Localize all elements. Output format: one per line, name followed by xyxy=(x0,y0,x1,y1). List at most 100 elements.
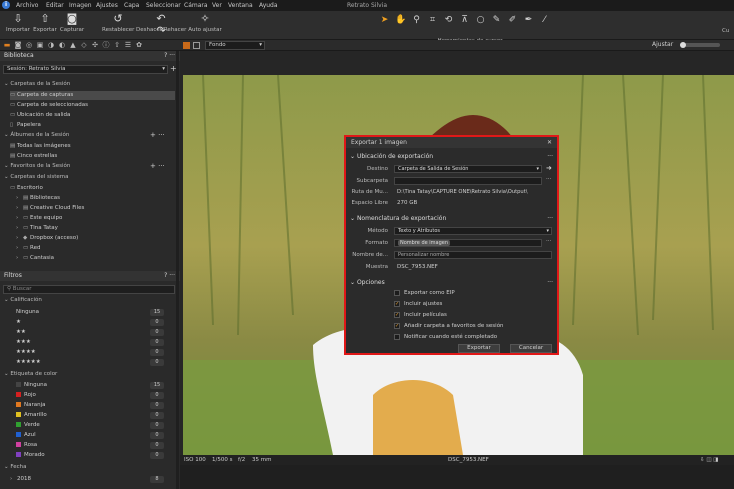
section-menu-icon[interactable]: ··· xyxy=(547,214,553,223)
checkbox-checked[interactable]: ✓ xyxy=(394,323,400,329)
section-menu-icon[interactable]: ··· xyxy=(547,278,553,287)
brush-tool-icon[interactable]: ✎ xyxy=(491,15,502,26)
format-input[interactable]: Nombre de imagen xyxy=(394,239,542,247)
subfolder-input[interactable] xyxy=(394,177,542,185)
metadata-tab-icon[interactable]: ⓘ xyxy=(102,41,110,49)
format-token[interactable]: Nombre de imagen xyxy=(398,240,451,246)
folder-item-captures[interactable]: ▭ Carpeta de capturas xyxy=(10,91,175,100)
panel-menu-icon[interactable]: ? ··· xyxy=(164,51,175,61)
folder-item-selects[interactable]: ▭ Carpeta de seleccionadas xyxy=(10,101,175,110)
auto-adjust-button[interactable]: ✧ Auto ajustar xyxy=(188,13,222,34)
pan-tool-icon[interactable]: ✋ xyxy=(395,15,406,26)
output-tab-icon[interactable]: ⇧ xyxy=(113,41,121,49)
picker-tool-icon[interactable]: ✒ xyxy=(523,15,534,26)
viewer-icon[interactable] xyxy=(193,42,200,49)
rating-row-none[interactable]: Ninguna 15 xyxy=(16,308,174,317)
composition-tab-icon[interactable]: ▣ xyxy=(36,41,44,49)
destination-select[interactable]: Carpeta de Salida de Sesión ▾ xyxy=(394,165,542,173)
menu-ver[interactable]: Ver xyxy=(212,0,222,11)
capture-tab-icon[interactable]: ◙ xyxy=(14,41,22,49)
menu-archivo[interactable]: Archivo xyxy=(16,0,38,11)
album-item-all[interactable]: ▤ Todas las imágenes xyxy=(10,142,175,151)
rating-heading[interactable]: ⌄ Calificación xyxy=(4,297,42,303)
color-row-purple[interactable]: Morado 0 xyxy=(16,451,174,460)
section-menu-icon[interactable]: ··· xyxy=(547,152,553,161)
filter-search-input[interactable]: ⚲ Buscar xyxy=(3,285,175,294)
location-section-heading[interactable]: ⌄ Ubicación de exportación ··· xyxy=(350,152,553,161)
left-panel-scrollbar[interactable] xyxy=(176,51,179,489)
checkbox-checked[interactable]: ✓ xyxy=(394,312,400,318)
menu-ajustes[interactable]: Ajustes xyxy=(96,0,118,11)
system-folders-heading[interactable]: ⌄ Carpetas del sistema xyxy=(4,174,69,180)
color-row-red[interactable]: Rojo 0 xyxy=(16,391,174,400)
rating-row-2[interactable]: ★★ 0 xyxy=(16,328,174,337)
system-item-dropbox[interactable]: › ◆ Dropbox (acceso) xyxy=(16,234,181,243)
grid-view-icon[interactable] xyxy=(183,42,190,49)
rating-row-5[interactable]: ★★★★★ 0 xyxy=(16,358,174,367)
color-row-yellow[interactable]: Amarillo 0 xyxy=(16,411,174,420)
favorites-heading[interactable]: ⌄ Favoritos de la Sesión xyxy=(4,163,70,169)
arrow-right-icon[interactable]: ➜ xyxy=(546,164,552,172)
color-tab-icon[interactable]: ◑ xyxy=(47,41,55,49)
system-item-cantasia[interactable]: › ▭ Cantasia xyxy=(16,254,181,263)
export-button[interactable]: ⇧ Exportar xyxy=(32,13,58,34)
zoom-slider-handle[interactable] xyxy=(680,42,686,48)
panel-menu-icon[interactable]: ? ··· xyxy=(164,271,175,281)
library-tab-icon[interactable]: ▬ xyxy=(3,41,11,49)
system-item-this-pc[interactable]: › ▭ Este equipo xyxy=(16,214,181,223)
color-tag-heading[interactable]: ⌄ Etiqueta de color xyxy=(4,371,57,377)
system-item-network[interactable]: › ▭ Red xyxy=(16,244,181,253)
annotate-tool-icon[interactable]: ⁄ xyxy=(539,15,550,26)
lens-tab-icon[interactable]: ◎ xyxy=(25,41,33,49)
album-item-five-stars[interactable]: ▤ Cinco estrellas xyxy=(10,152,175,161)
capture-button[interactable]: ◙ Capturar xyxy=(59,13,85,34)
menu-editar[interactable]: Editar xyxy=(46,0,64,11)
export-button[interactable]: Exportar xyxy=(458,344,500,353)
color-row-blue[interactable]: Azul 0 xyxy=(16,431,174,440)
filters-header[interactable]: Filtros ? ··· xyxy=(0,271,180,281)
viewer-controls-icon[interactable]: ⇩ ◫ ◨ xyxy=(700,455,719,465)
cursor-select-icon[interactable]: ➤ xyxy=(379,15,390,26)
method-select[interactable]: Texto y Atributos ▾ xyxy=(394,227,552,235)
details-tab-icon[interactable]: ▲ xyxy=(69,41,77,49)
date-row-2018[interactable]: › 2018 8 xyxy=(10,475,174,484)
rating-row-1[interactable]: ★ 0 xyxy=(16,318,174,327)
local-tab-icon[interactable]: ◇ xyxy=(80,41,88,49)
spot-tool-icon[interactable]: ○ xyxy=(475,15,486,26)
menu-ayuda[interactable]: Ayuda xyxy=(259,0,278,11)
batch-tab-icon[interactable]: ☰ xyxy=(124,41,132,49)
albums-heading[interactable]: ⌄ Álbumes de la Sesión xyxy=(4,132,69,138)
subfolder-more-icon[interactable]: ··· xyxy=(546,176,551,182)
job-name-input[interactable]: Personalizar nombre xyxy=(394,251,552,259)
exposure-tab-icon[interactable]: ◐ xyxy=(58,41,66,49)
folder-item-output[interactable]: ▭ Ubicación de salida xyxy=(10,111,175,120)
import-button[interactable]: ⇩ Importar xyxy=(6,13,30,34)
eraser-tool-icon[interactable]: ✐ xyxy=(507,15,518,26)
options-section-heading[interactable]: ⌄ Opciones ··· xyxy=(350,278,553,287)
format-more-icon[interactable]: ··· xyxy=(546,238,551,244)
menu-seleccionar[interactable]: Seleccionar xyxy=(146,0,181,11)
undo-redo-button[interactable]: ↶ ↷ Deshacer/Rehacer xyxy=(136,13,186,37)
keystone-tool-icon[interactable]: ⊼ xyxy=(459,15,470,26)
adjustments-tab-icon[interactable]: ✣ xyxy=(91,41,99,49)
rotate-tool-icon[interactable]: ⟲ xyxy=(443,15,454,26)
system-item-creative-cloud[interactable]: › ▤ Creative Cloud Files xyxy=(16,204,181,213)
menu-camara[interactable]: Cámara xyxy=(184,0,208,11)
checkbox[interactable] xyxy=(394,290,400,296)
add-favorite-icon[interactable]: + ··· xyxy=(150,162,165,170)
reset-button[interactable]: ↺ Restablecer xyxy=(102,13,134,34)
menu-ventana[interactable]: Ventana xyxy=(228,0,253,11)
background-select[interactable]: Fondo ▾ xyxy=(205,41,265,50)
library-header[interactable]: Biblioteca ? ··· xyxy=(0,51,180,61)
crop-tool-icon[interactable]: ⌗ xyxy=(427,15,438,26)
folder-item-trash[interactable]: ▯ Papelera xyxy=(10,121,175,130)
add-album-icon[interactable]: + ··· xyxy=(150,131,165,139)
naming-section-heading[interactable]: ⌄ Nomenclatura de exportación ··· xyxy=(350,214,553,223)
color-row-none[interactable]: Ninguna 15 xyxy=(16,381,174,390)
color-row-green[interactable]: Verde 0 xyxy=(16,421,174,430)
system-item-desktop[interactable]: ▭ Escritorio xyxy=(10,184,175,193)
system-item-user[interactable]: › ▭ Tina Tatay xyxy=(16,224,181,233)
menu-imagen[interactable]: Imagen xyxy=(69,0,92,11)
session-select[interactable]: Sesión: Retrato Silvia ▾ xyxy=(3,65,168,74)
checkbox-checked[interactable]: ✓ xyxy=(394,301,400,307)
